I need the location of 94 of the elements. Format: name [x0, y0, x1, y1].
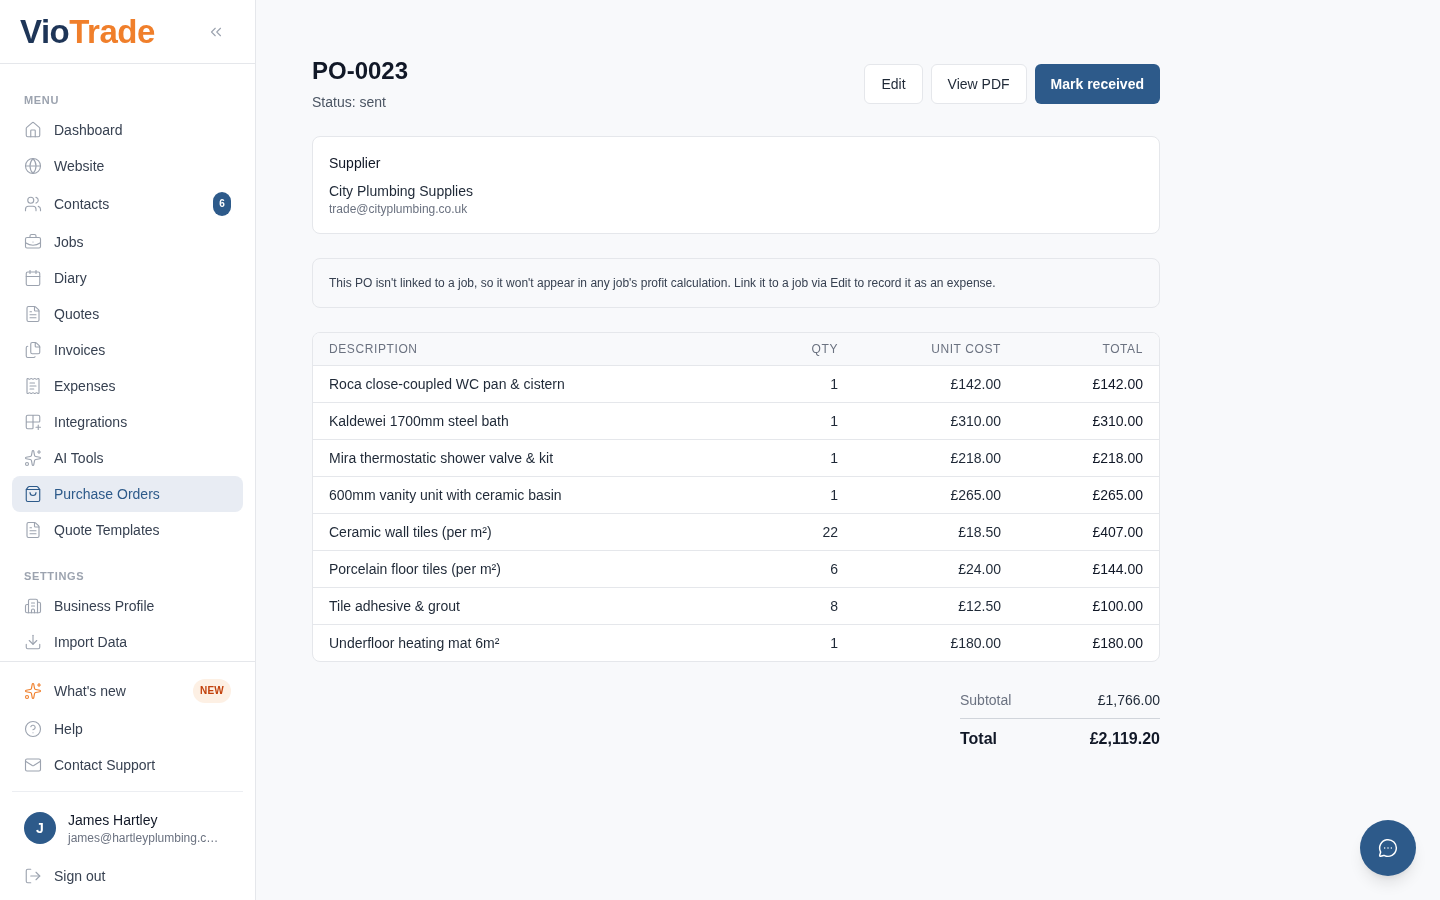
shopping-bag-icon: [24, 485, 42, 503]
supplier-name: City Plumbing Supplies: [329, 182, 473, 201]
globe-icon: [24, 157, 42, 175]
nav-item[interactable]: Website: [12, 148, 243, 184]
table-cell: £142.00: [854, 365, 1017, 403]
sparkle-icon: [24, 682, 42, 700]
people-icon: [24, 195, 42, 213]
mail-icon: [24, 756, 42, 774]
table-cell: 1: [754, 402, 854, 440]
table-cell: £180.00: [854, 624, 1017, 661]
table-cell: £218.00: [1017, 439, 1159, 477]
table-cell: £265.00: [854, 476, 1017, 514]
sparkle-icon: [24, 449, 42, 467]
table-cell: £180.00: [1017, 624, 1159, 661]
sign-out-button[interactable]: Sign out: [12, 858, 243, 894]
nav-item[interactable]: Expenses: [12, 368, 243, 404]
total-value: £2,119.20: [1089, 729, 1160, 749]
table-cell: Mira thermostatic shower valve & kit: [313, 439, 754, 477]
nav-item[interactable]: Contacts 6: [12, 184, 243, 224]
table-cell: £24.00: [854, 550, 1017, 588]
building-icon: [24, 597, 42, 615]
table-cell: £144.00: [1017, 550, 1159, 588]
table-cell: £18.50: [854, 513, 1017, 551]
total-label: Total: [960, 729, 998, 749]
table-header-cell: TOTAL: [1017, 333, 1159, 366]
table-cell: £310.00: [854, 402, 1017, 440]
user-name: James Hartley: [68, 811, 159, 830]
table-cell: £265.00: [1017, 476, 1159, 514]
user-email: james@hartleyplumbing.c…: [68, 830, 219, 846]
table-cell: Kaldewei 1700mm steel bath: [313, 402, 754, 440]
house-icon: [24, 121, 42, 139]
table-header-cell: DESCRIPTION: [313, 333, 754, 366]
table-cell: £100.00: [1017, 587, 1159, 625]
table-cell: Underfloor heating mat 6m²: [313, 624, 754, 661]
supplier-heading: Supplier: [329, 154, 381, 173]
document-icon: [24, 305, 42, 323]
nav-item[interactable]: What's new NEW: [12, 671, 243, 711]
calendar-icon: [24, 269, 42, 287]
grid-plus-icon: [24, 413, 42, 431]
table-cell: Porcelain floor tiles (per m²): [313, 550, 754, 588]
table-cell: 8: [754, 587, 854, 625]
subtotal-label: Subtotal: [960, 691, 1012, 710]
status-text: Status: sent: [312, 93, 387, 112]
nav-item[interactable]: Purchase Orders: [12, 476, 243, 512]
section-heading: SETTINGS: [23, 569, 86, 584]
nav-item[interactable]: Quotes: [12, 296, 243, 332]
table-cell: Ceramic wall tiles (per m²): [313, 513, 754, 551]
notice-text: This PO isn't linked to a job, so it won't appear in any job's profit calculation. Link it to a job via Edit to record it as an expense.: [329, 275, 997, 291]
avatar: J: [24, 812, 56, 844]
table-cell: 6: [754, 550, 854, 588]
nav-item[interactable]: Diary: [12, 260, 243, 296]
count-badge: 6: [213, 192, 231, 216]
subtotal-value: £1,766.00: [1097, 691, 1160, 710]
table-cell: £218.00: [854, 439, 1017, 477]
chat-bubble-icon: [1378, 838, 1398, 858]
nav-item[interactable]: Help: [12, 711, 243, 747]
action-button[interactable]: View PDF: [930, 64, 1027, 104]
receipt-icon: [24, 377, 42, 395]
table-cell: 1: [754, 365, 854, 403]
nav-item[interactable]: Jobs: [12, 224, 243, 260]
table-cell: 1: [754, 439, 854, 477]
nav-item[interactable]: Invoices: [12, 332, 243, 368]
help-icon: [24, 720, 42, 738]
table-cell: 1: [754, 476, 854, 514]
table-cell: Tile adhesive & grout: [313, 587, 754, 625]
page-title: PO-0023: [312, 56, 409, 86]
new-badge: NEW: [192, 679, 231, 703]
table-cell: £12.50: [854, 587, 1017, 625]
chat-button[interactable]: [1360, 820, 1416, 876]
nav-item[interactable]: Business Profile: [12, 588, 243, 624]
logo: VioTrade: [20, 15, 155, 48]
table-header-cell: UNIT COST: [854, 333, 1017, 366]
download-icon: [24, 633, 42, 651]
table-cell: 1: [754, 624, 854, 661]
nav-item[interactable]: Dashboard: [12, 112, 243, 148]
nav-item[interactable]: AI Tools: [12, 440, 243, 476]
action-button[interactable]: Edit: [864, 64, 923, 104]
table-cell: £407.00: [1017, 513, 1159, 551]
mark-received-button[interactable]: Mark received: [1034, 64, 1160, 104]
table-cell: £310.00: [1017, 402, 1159, 440]
nav-item[interactable]: Quote Templates: [12, 512, 243, 548]
section-heading: MENU: [23, 93, 61, 108]
table-cell: 600mm vanity unit with ceramic basin: [313, 476, 754, 514]
nav-item[interactable]: Integrations: [12, 404, 243, 440]
document-icon: [24, 521, 42, 539]
nav-item[interactable]: Contact Support: [12, 747, 243, 783]
table-header-cell: QTY: [754, 333, 854, 366]
table-cell: £142.00: [1017, 365, 1159, 403]
table-cell: Roca close-coupled WC pan & cistern: [313, 365, 754, 403]
table-cell: 22: [754, 513, 854, 551]
supplier-email: trade@cityplumbing.co.uk: [329, 201, 468, 217]
briefcase-icon: [24, 233, 42, 251]
nav-item[interactable]: Import Data: [12, 624, 243, 660]
documents-icon: [24, 341, 42, 359]
